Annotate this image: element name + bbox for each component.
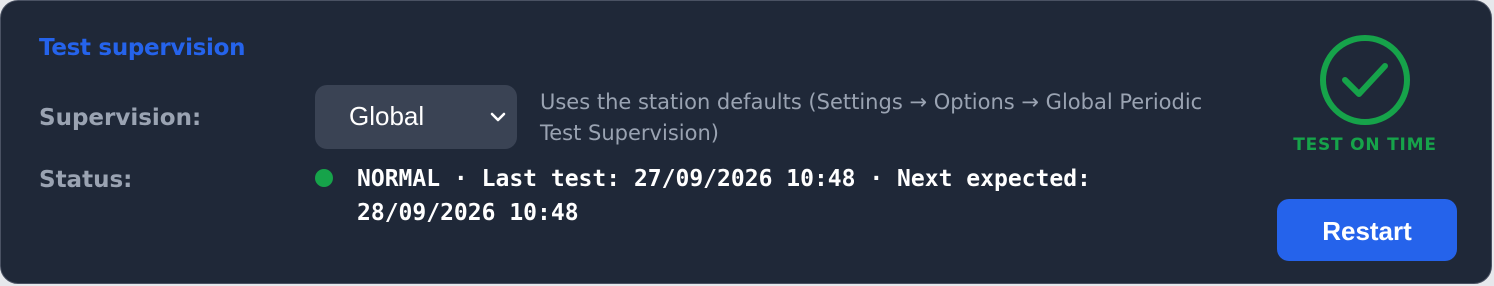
status-label: Status: bbox=[39, 167, 133, 193]
supervision-label: Supervision: bbox=[39, 105, 202, 131]
test-supervision-card: Test supervision Supervision: Global Use… bbox=[0, 0, 1492, 284]
supervision-hint: Uses the station defaults (Settings → Op… bbox=[540, 90, 1203, 145]
chevron-down-icon bbox=[490, 112, 506, 122]
restart-button[interactable]: Restart bbox=[1277, 199, 1457, 261]
status-indicator-dot bbox=[315, 169, 333, 187]
test-status-badge: TEST ON TIME bbox=[1293, 135, 1437, 155]
supervision-select[interactable]: Global bbox=[315, 85, 517, 149]
check-circle-icon bbox=[1320, 35, 1410, 125]
supervision-select-value: Global bbox=[349, 101, 425, 131]
status-text: NORMAL · Last test: 27/09/2026 10:48 · N… bbox=[357, 166, 1091, 226]
section-title: Test supervision bbox=[39, 35, 246, 61]
